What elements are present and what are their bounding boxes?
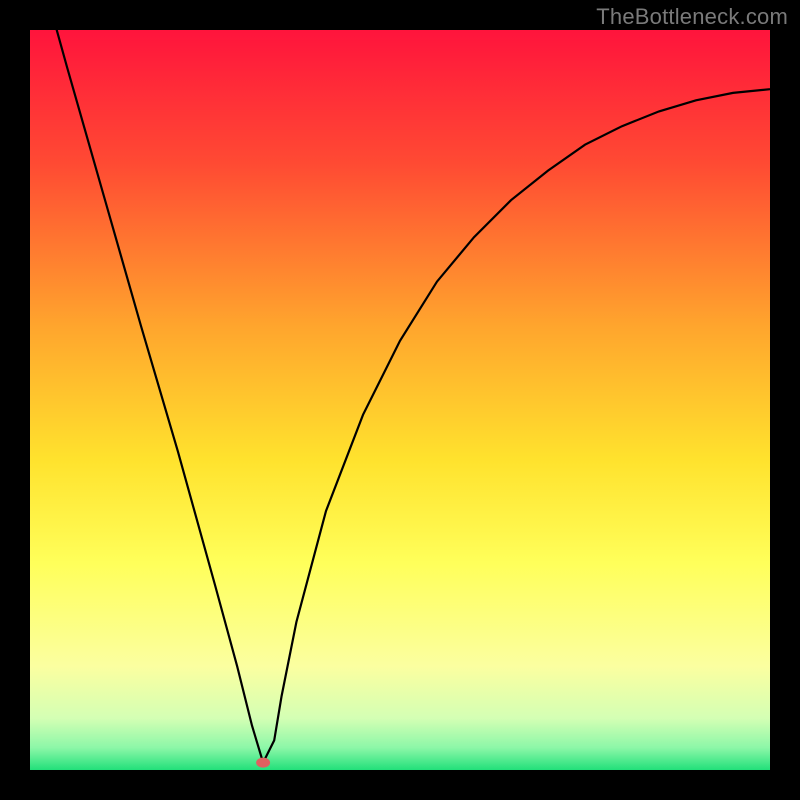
chart-svg [30, 30, 770, 770]
watermark-text: TheBottleneck.com [596, 4, 788, 30]
chart-gradient-bg [30, 30, 770, 770]
optimum-marker [256, 758, 270, 768]
chart-frame [30, 30, 770, 770]
